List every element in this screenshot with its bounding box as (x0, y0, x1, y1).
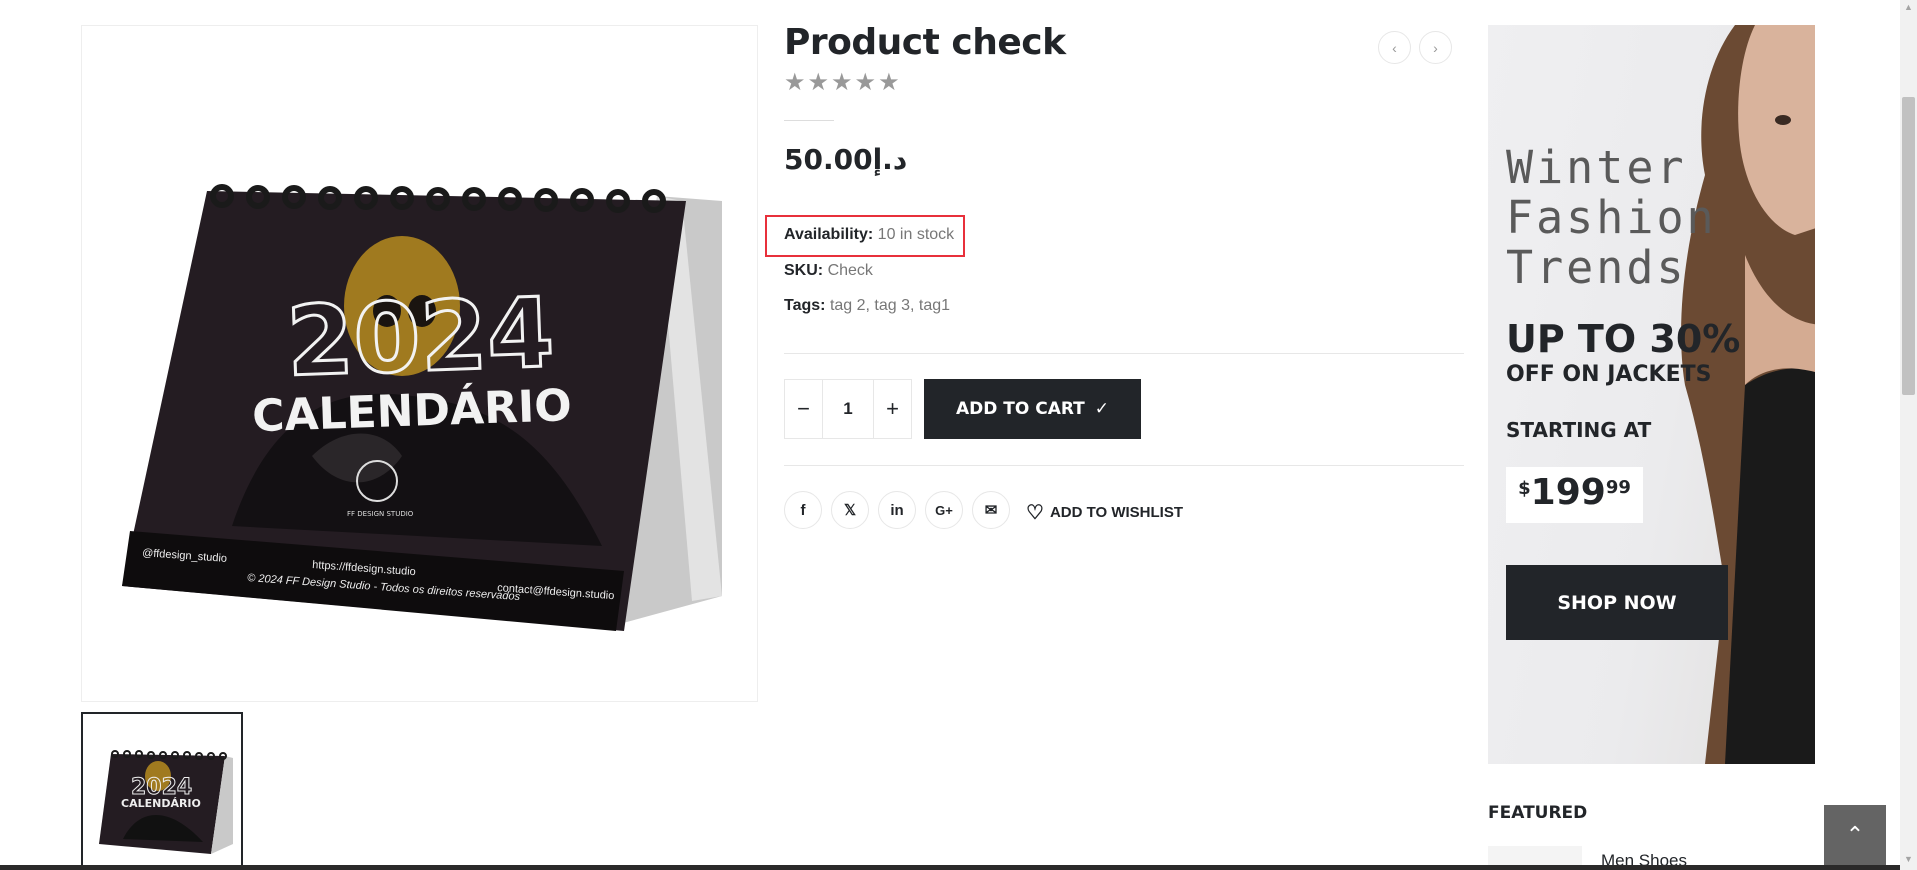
banner-script-line: Winter (1506, 141, 1687, 194)
checkmark-icon: ✓ (1094, 399, 1110, 419)
prev-product-button[interactable]: ‹ (1378, 31, 1411, 64)
sku: SKU: Check (784, 262, 873, 280)
availability-value: 10 in stock (877, 226, 955, 243)
divider (784, 353, 1464, 354)
chevron-left-icon: ‹ (1392, 39, 1397, 56)
tag-link[interactable]: tag 3 (874, 297, 910, 314)
tags: Tags: tag 2, tag 3, tag1 (784, 297, 951, 314)
add-to-cart-label: ADD TO CART (955, 399, 1085, 419)
availability: Availability: 10 in stock (784, 226, 954, 244)
scroll-to-top-button[interactable]: ⌃ (1824, 805, 1886, 865)
divider (784, 465, 1464, 466)
banner-script-line: Fashion (1506, 191, 1717, 244)
product-thumbnail[interactable]: 2024 CALENDÁRIO (81, 712, 243, 870)
tag-link[interactable]: tag1 (919, 297, 950, 314)
banner-script-title: Winter Fashion Trends (1506, 143, 1717, 293)
product-price: 50.00د.إ (784, 143, 908, 176)
wishlist-label: ADD TO WISHLIST (1049, 504, 1183, 521)
banner-price: $ 199 99 (1506, 467, 1643, 523)
product-main-image[interactable]: 2024 CALENDÁRIO FF DESIGN STUDIO @ffdesi… (81, 25, 758, 702)
quantity-decrease-button[interactable]: − (785, 380, 822, 438)
bottom-bar (0, 865, 1900, 870)
quantity-stepper: − 1 + (784, 379, 912, 439)
linkedin-icon[interactable]: in (878, 491, 916, 529)
availability-label: Availability: (784, 226, 874, 243)
calendar-studio: FF DESIGN STUDIO (347, 510, 414, 518)
rating-stars: ★ ★ ★ ★ ★ (784, 71, 900, 95)
banner-subline: OFF ON JACKETS (1506, 362, 1712, 387)
title-divider (784, 120, 834, 121)
product-nav: ‹ › (1378, 31, 1452, 64)
sku-label: SKU: (784, 262, 824, 279)
product-title: Product check (784, 22, 1066, 63)
add-to-wishlist-link[interactable]: ♡ ADD TO WISHLIST (1026, 500, 1183, 525)
shop-now-button[interactable]: SHOP NOW (1506, 565, 1728, 640)
star-icon: ★ (807, 69, 830, 96)
heart-icon: ♡ (1026, 502, 1044, 524)
star-icon: ★ (831, 69, 853, 96)
banner-starting-label: STARTING AT (1506, 418, 1652, 442)
page-scrollbar[interactable]: ▲ ▼ (1900, 0, 1917, 870)
star-icon: ★ (854, 69, 877, 96)
banner-price-whole: 199 (1530, 472, 1606, 513)
banner-price-currency: $ (1518, 478, 1531, 499)
x-twitter-icon[interactable]: 𝕏 (831, 491, 869, 529)
star-icon: ★ (784, 69, 806, 96)
email-icon[interactable]: ✉ (972, 491, 1010, 529)
calendar-year: 2024 (285, 277, 556, 398)
scroll-up-arrow-icon[interactable]: ▲ (1904, 2, 1913, 12)
next-product-button[interactable]: › (1419, 31, 1452, 64)
scrollbar-thumb[interactable] (1902, 97, 1915, 395)
scroll-down-arrow-icon[interactable]: ▼ (1904, 854, 1913, 864)
tags-label: Tags: (784, 297, 826, 314)
quantity-increase-button[interactable]: + (874, 380, 911, 438)
chevron-up-icon: ⌃ (1845, 822, 1865, 847)
sku-value: Check (827, 262, 873, 279)
chevron-right-icon: › (1433, 39, 1438, 56)
tag-link[interactable]: tag 2 (830, 297, 866, 314)
share-links: f 𝕏 in G+ ✉ (784, 491, 1010, 529)
add-to-cart-button[interactable]: ADD TO CART ✓ (924, 379, 1141, 439)
model-image (1681, 25, 1815, 764)
star-icon: ★ (878, 69, 900, 96)
promo-banner[interactable]: Winter Fashion Trends UP TO 30% OFF ON J… (1488, 25, 1815, 764)
thumb-title: CALENDÁRIO (121, 797, 201, 810)
banner-script-line: Trends (1506, 241, 1687, 294)
banner-headline: UP TO 30% (1506, 317, 1741, 361)
featured-title: FEATURED (1488, 803, 1588, 823)
banner-price-cents: 99 (1605, 477, 1631, 498)
google-plus-icon[interactable]: G+ (925, 491, 963, 529)
facebook-icon[interactable]: f (784, 491, 822, 529)
quantity-input[interactable]: 1 (822, 380, 874, 438)
